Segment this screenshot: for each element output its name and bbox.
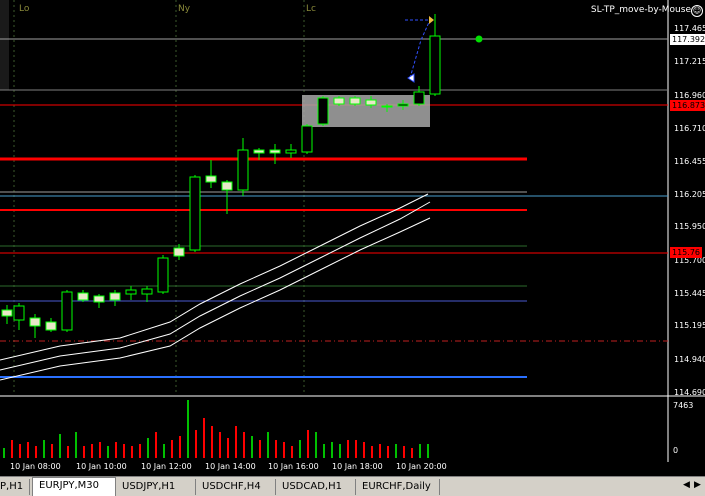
price-scale-label: 116.960 bbox=[674, 91, 705, 100]
tab-chart-usdchf[interactable]: USDCHF,H4 bbox=[196, 479, 276, 495]
candle-body bbox=[301, 125, 313, 153]
candle-body bbox=[221, 181, 233, 191]
candle-body bbox=[205, 175, 217, 183]
candle-body bbox=[141, 288, 153, 295]
candle-body bbox=[237, 149, 249, 191]
candle-body bbox=[365, 99, 377, 106]
scroll-right-icon[interactable]: ▶ bbox=[692, 480, 703, 490]
volume-scale-max: 7463 bbox=[673, 401, 694, 410]
candle-body bbox=[109, 292, 121, 301]
candles-group bbox=[1, 14, 441, 338]
tab-chart-usdjpy[interactable]: USDJPY,H1 bbox=[116, 479, 196, 495]
session-label-lc: Lc bbox=[306, 4, 316, 14]
candle-body bbox=[317, 97, 329, 125]
candle-body bbox=[157, 257, 169, 293]
tab-chart-eurchf[interactable]: EURCHF,Daily bbox=[356, 479, 440, 495]
price-scale-label: 116.710 bbox=[674, 124, 705, 133]
candle-body bbox=[1, 309, 13, 317]
chart-canvas[interactable] bbox=[0, 0, 705, 476]
price-tag-level-2: 115.76 bbox=[670, 247, 702, 258]
price-scale-label: 115.950 bbox=[674, 222, 705, 231]
tab-chart-usdcad[interactable]: USDCAD,H1 bbox=[276, 479, 356, 495]
tab-scroll-arrows: ◀ ▶ bbox=[681, 480, 703, 490]
price-scale-label: 116.455 bbox=[674, 157, 705, 166]
candle-body bbox=[333, 97, 345, 105]
candle-body bbox=[413, 91, 425, 105]
candle-body bbox=[397, 103, 409, 107]
projection-line bbox=[409, 19, 431, 79]
volume-bars-group bbox=[3, 400, 429, 458]
candle-body bbox=[61, 291, 73, 331]
candle-body bbox=[125, 289, 137, 295]
time-scale-label: 10 Jan 18:00 bbox=[332, 462, 383, 471]
candle-body bbox=[45, 321, 57, 331]
scroll-left-icon[interactable]: ◀ bbox=[681, 480, 692, 490]
price-scale-label: 114.940 bbox=[674, 355, 705, 364]
price-tag-level-1: 116.873 bbox=[670, 100, 705, 111]
candle-body bbox=[93, 295, 105, 303]
chart-tabs-bar: P,H1 EURJPY,M30 USDJPY,H1 USDCHF,H4 USDC… bbox=[0, 476, 705, 496]
tp-drag-handle[interactable] bbox=[475, 35, 483, 43]
time-scale-label: 10 Jan 12:00 bbox=[141, 462, 192, 471]
candle-body bbox=[189, 176, 201, 251]
time-scale-label: 10 Jan 08:00 bbox=[10, 462, 61, 471]
price-scale-label: 116.205 bbox=[674, 190, 705, 199]
tp-flag-marker[interactable] bbox=[429, 16, 434, 24]
candle-body bbox=[13, 305, 25, 321]
session-label-ny: Ny bbox=[178, 4, 191, 14]
time-scale-label: 10 Jan 14:00 bbox=[205, 462, 256, 471]
candle-body bbox=[173, 247, 185, 257]
price-tag-current: 117.392 bbox=[670, 34, 705, 45]
time-scale-label: 10 Jan 16:00 bbox=[268, 462, 319, 471]
chart-left-overlay bbox=[0, 0, 9, 90]
candle-body bbox=[429, 35, 441, 95]
smiley-icon[interactable]: ☺ bbox=[691, 5, 703, 17]
price-scale-label: 115.445 bbox=[674, 289, 705, 298]
price-scale-label: 114.690 bbox=[674, 388, 705, 397]
price-scale-label: 117.465 bbox=[674, 24, 705, 33]
candle-body bbox=[253, 149, 265, 154]
candle-body bbox=[381, 105, 393, 108]
tab-chart-1[interactable]: P,H1 bbox=[0, 479, 30, 495]
time-scale-label: 10 Jan 20:00 bbox=[396, 462, 447, 471]
price-chart[interactable]: Lo Ny Lc SL-TP_move-by-Mouse ☺ 117.465 11… bbox=[0, 0, 705, 476]
expert-advisor-name: SL-TP_move-by-Mouse bbox=[590, 5, 691, 15]
candle-body bbox=[285, 149, 297, 154]
candle-body bbox=[29, 317, 41, 327]
candle-body bbox=[269, 149, 281, 154]
session-label-lo: Lo bbox=[19, 4, 30, 14]
time-scale-label: 10 Jan 10:00 bbox=[76, 462, 127, 471]
price-scale-label: 115.195 bbox=[674, 321, 705, 330]
candle-body bbox=[77, 292, 89, 301]
ma-envelope-upper bbox=[0, 193, 429, 361]
tab-chart-eurjpy[interactable]: EURJPY,M30 bbox=[32, 477, 116, 496]
volume-scale-zero: 0 bbox=[673, 446, 679, 455]
candle-body bbox=[349, 97, 361, 105]
price-scale-label: 117.215 bbox=[674, 57, 705, 66]
